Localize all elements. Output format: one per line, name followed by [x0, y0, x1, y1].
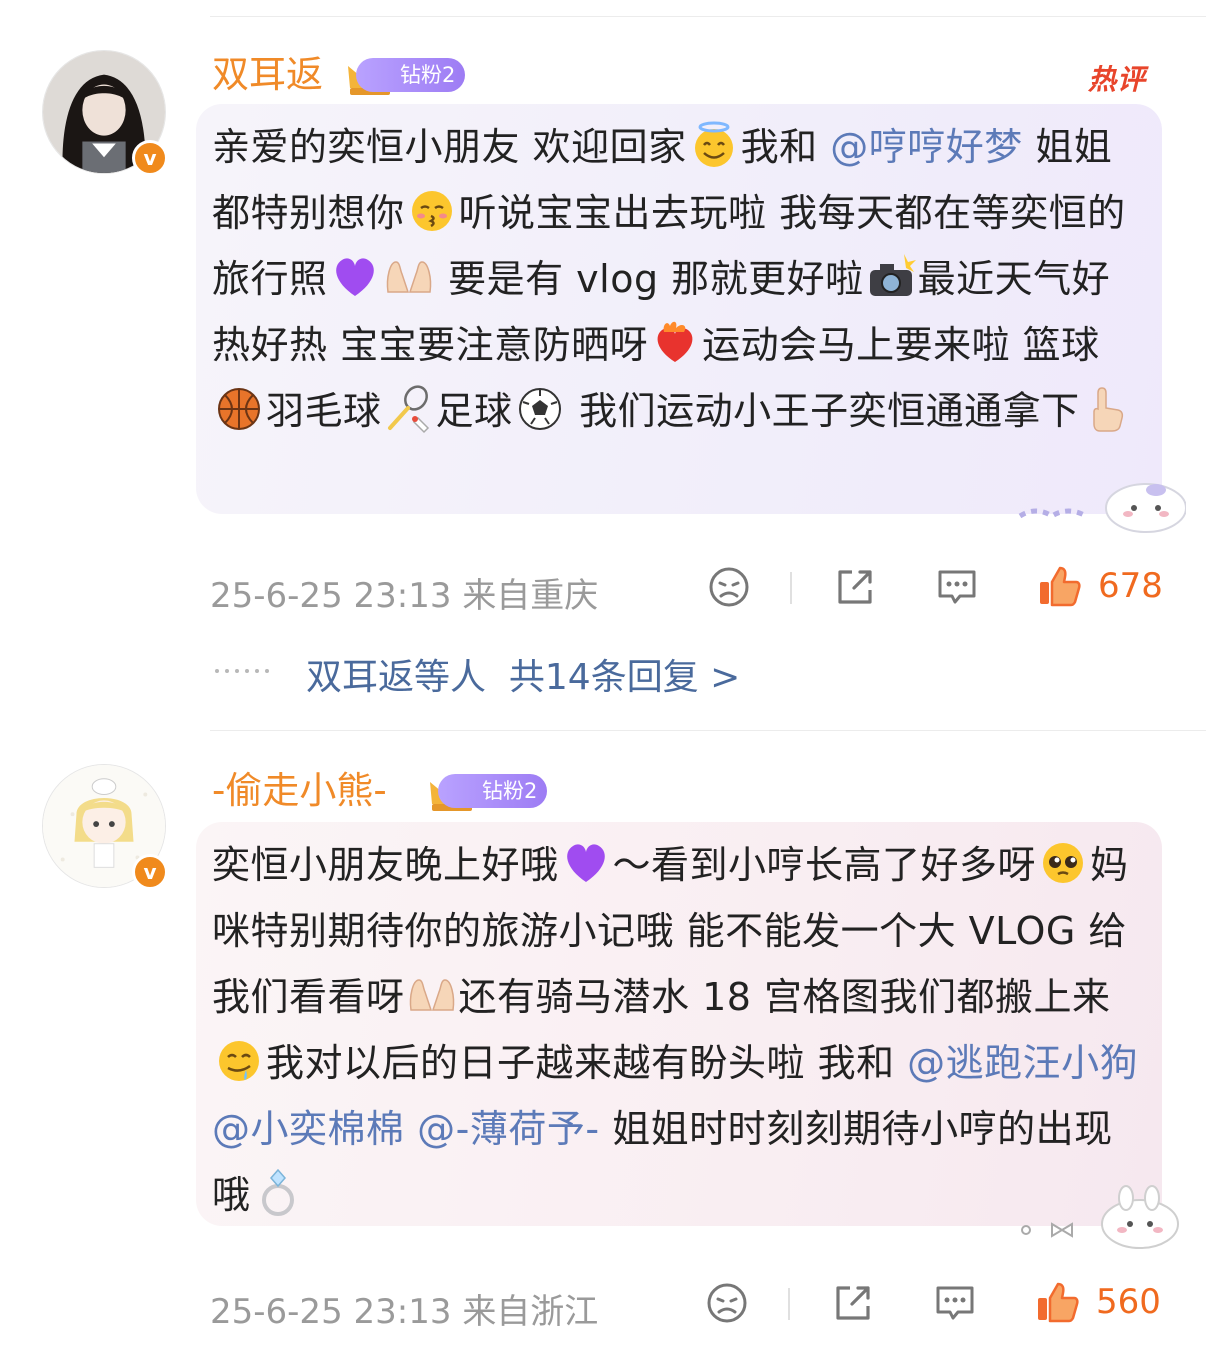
palms-up-emoji-icon	[386, 261, 431, 293]
heart-on-fire-emoji-icon	[657, 321, 693, 362]
fan-badge: 钻粉2	[438, 774, 548, 808]
comment-text: 奕恒小朋友晚上好哦 ～看到小哼长高了好多呀 妈咪特别期待你的旅游小记哦 能不能发一个…	[212, 832, 1146, 1228]
share-icon	[836, 1286, 870, 1320]
comment-text-segment: 足球	[435, 389, 513, 433]
comment-text: 亲爱的奕恒小朋友 欢迎回家 我和 @哼哼好梦 姐姐都特别想你 听说宝宝出去玩啦 我每…	[212, 114, 1146, 444]
reply-count: 共14条回复 >	[508, 657, 741, 698]
like-thumb-icon	[1040, 566, 1081, 607]
mention-link[interactable]: @-薄荷予-	[417, 1107, 599, 1151]
pleading-face-emoji-icon	[1043, 843, 1084, 883]
kiss-emoji-icon	[411, 191, 452, 231]
mention-link[interactable]: @逃跑汪小狗	[907, 1041, 1138, 1085]
index-up-emoji-icon	[1092, 387, 1123, 432]
basketball-emoji-icon	[218, 388, 260, 430]
dislike-face-icon	[709, 567, 749, 607]
comment-text-segment: 亲爱的奕恒小朋友 欢迎回家	[212, 125, 687, 169]
location: 来自浙江	[462, 1292, 599, 1332]
like-button[interactable]	[1036, 564, 1082, 610]
palms-up-emoji-icon	[409, 979, 454, 1011]
reply-names: 双耳返等人	[306, 657, 487, 698]
comment-icon	[938, 570, 976, 604]
comment-text-segment: 我和	[740, 125, 831, 169]
comment-divider	[210, 730, 1206, 731]
soccer-emoji-icon	[518, 388, 561, 430]
reply-link[interactable]: 双耳返等人 共14条回复 >	[306, 648, 740, 700]
top-divider	[210, 16, 1206, 17]
share-icon	[838, 570, 872, 604]
comment-text-segment: 我们运动小王子奕恒通通拿下	[566, 389, 1080, 433]
purple-heart-emoji-icon	[335, 258, 374, 296]
like-button[interactable]	[1034, 1280, 1080, 1326]
comment-bubble: 亲爱的奕恒小朋友 欢迎回家 我和 @哼哼好梦 姐姐都特别想你 听说宝宝出去玩啦 我每…	[196, 104, 1162, 514]
dislike-button[interactable]	[704, 1280, 750, 1326]
mention-link[interactable]: @小奕棉棉	[212, 1107, 405, 1151]
comment-button[interactable]	[934, 564, 980, 610]
comment-button[interactable]	[932, 1280, 978, 1326]
verified-v-icon: v	[132, 140, 168, 176]
share-button[interactable]	[830, 1280, 876, 1326]
camera-flash-emoji-icon	[869, 254, 916, 296]
halo-smile-emoji-icon	[694, 121, 733, 167]
timestamp: 25-6-25 23:13	[210, 1292, 452, 1332]
comment-text-segment: 运动会马上要来啦 篮球	[702, 323, 1100, 367]
comment-text-segment	[405, 1107, 418, 1151]
like-count: 560	[1096, 1282, 1161, 1322]
dislike-face-icon	[707, 1283, 747, 1323]
username[interactable]: -偷走小熊-	[212, 766, 387, 816]
fan-badge: 钻粉2	[356, 58, 466, 92]
bunny-sticker-icon	[1021, 1185, 1179, 1249]
mention-link[interactable]: @哼哼好梦	[830, 125, 1023, 169]
separator	[790, 572, 792, 604]
verified-v-icon: v	[132, 854, 168, 890]
timestamp-location: 25-6-25 23:13 来自浙江	[210, 1284, 598, 1333]
comment-text-segment: 奕恒小朋友晚上好哦	[212, 843, 559, 887]
timestamp: 25-6-25 23:13	[210, 576, 452, 616]
like-thumb-icon	[1038, 1282, 1079, 1323]
cloud-sticker-icon	[1018, 483, 1186, 533]
comment-text-segment: 我对以后的日子越来越有盼头啦 我和	[266, 1041, 908, 1085]
comment-icon	[936, 1286, 974, 1320]
comment-text-segment: 要是有 vlog 那就更好啦	[435, 257, 864, 301]
dotted-line-icon	[215, 669, 269, 673]
purple-heart-emoji-icon	[566, 844, 605, 882]
username[interactable]: 双耳返	[212, 50, 323, 100]
share-button[interactable]	[832, 564, 878, 610]
badminton-emoji-icon	[387, 385, 429, 434]
drooling-face-emoji-icon	[219, 1041, 259, 1081]
like-count: 678	[1098, 566, 1163, 606]
location: 来自重庆	[462, 576, 599, 616]
comment-bubble: 奕恒小朋友晚上好哦 ～看到小哼长高了好多呀 妈咪特别期待你的旅游小记哦 能不能发一个…	[196, 822, 1162, 1226]
separator	[788, 1288, 790, 1320]
comment-text-segment: 还有骑马潜水 18 宫格图我们都搬上来	[458, 975, 1111, 1019]
comment-text-segment: ～看到小哼长高了好多呀	[612, 843, 1037, 887]
comment-text-segment: 羽毛球	[266, 389, 382, 433]
meta-row: 25-6-25 23:13 来自重庆 678	[210, 564, 1170, 617]
timestamp-location: 25-6-25 23:13 来自重庆	[210, 568, 598, 617]
meta-row: 25-6-25 23:13 来自浙江 560	[210, 1280, 1170, 1333]
dislike-button[interactable]	[706, 564, 752, 610]
hot-comment-tag: 热评	[1088, 63, 1147, 96]
ring-emoji-icon	[261, 1168, 294, 1216]
